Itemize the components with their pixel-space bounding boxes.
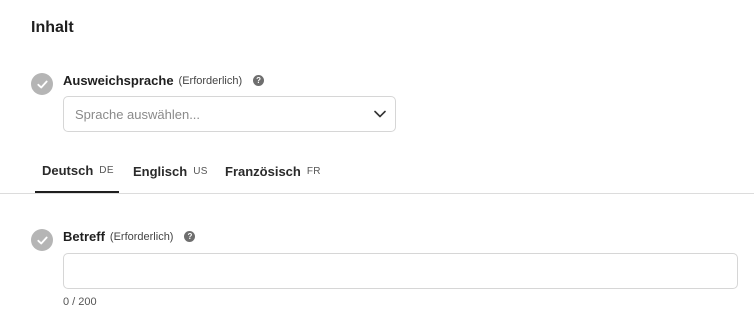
tab-deutsch[interactable]: Deutsch DE	[35, 150, 119, 193]
checkmark-icon	[31, 229, 53, 251]
tab-code: US	[193, 166, 208, 177]
chevron-down-icon	[365, 110, 395, 118]
tab-code: FR	[306, 166, 321, 177]
select-placeholder: Sprache auswählen...	[75, 106, 201, 122]
tab-label: Englisch	[133, 164, 188, 179]
tab-label: Deutsch	[42, 163, 94, 178]
tab-code: DE	[99, 165, 114, 176]
page-title: Inhalt	[31, 19, 74, 36]
subject-input[interactable]	[63, 253, 738, 289]
required-hint: (Erforderlich)	[178, 74, 243, 87]
tab-label: Französisch	[225, 164, 301, 179]
character-counter: 0 / 200	[63, 296, 97, 308]
required-hint: (Erforderlich)	[109, 230, 174, 243]
tab-englisch[interactable]: Englisch US	[126, 150, 215, 193]
fallback-language-label-row: Ausweichsprache (Erforderlich) ?	[63, 73, 265, 88]
subject-label: Betreff	[63, 229, 105, 244]
checkmark-icon	[31, 73, 53, 95]
subject-label-row: Betreff (Erforderlich) ?	[63, 229, 196, 244]
help-icon[interactable]: ?	[184, 231, 196, 242]
help-icon[interactable]: ?	[253, 75, 265, 86]
fallback-language-label: Ausweichsprache	[63, 73, 174, 88]
tab-franzoesisch[interactable]: Französisch FR	[218, 150, 328, 193]
language-tabs: Deutsch DE Englisch US Französisch FR	[0, 150, 754, 194]
fallback-language-select[interactable]: Sprache auswählen...	[63, 96, 396, 132]
